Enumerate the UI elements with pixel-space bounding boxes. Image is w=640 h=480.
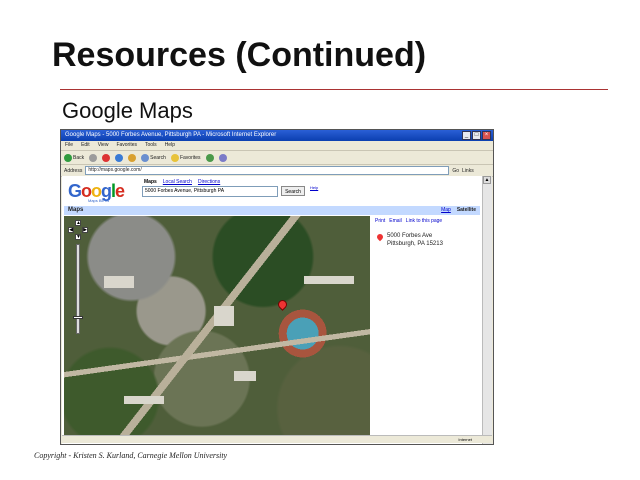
tab-local-search[interactable]: Local Search — [163, 179, 192, 185]
menu-view[interactable]: View — [98, 141, 109, 150]
title-divider — [60, 89, 608, 90]
links-button[interactable]: Links — [462, 168, 474, 174]
refresh-icon[interactable] — [115, 153, 124, 162]
vertical-scrollbar[interactable]: ▲ — [482, 176, 492, 444]
section-title: Maps — [68, 207, 84, 213]
maps-header-bar: Maps Map Satellite — [64, 206, 480, 215]
building — [304, 276, 354, 284]
logo-subtitle: Maps BETA — [88, 198, 110, 203]
slide-title: Resources (Continued) — [52, 36, 427, 74]
browser-window: Google Maps - 5000 Forbes Avenue, Pittsb… — [60, 129, 494, 445]
address-result[interactable]: 5000 Forbes Ave Pittsburgh, PA 15213 — [375, 232, 443, 248]
forward-arrow-icon[interactable] — [89, 153, 98, 162]
menu-favorites[interactable]: Favorites — [116, 141, 137, 150]
back-arrow-icon — [64, 153, 72, 162]
slide-subtitle: Google Maps — [62, 98, 193, 123]
building — [104, 276, 134, 288]
address-label: Address — [64, 167, 83, 174]
link-to-page-link[interactable]: Link to this page — [406, 218, 442, 224]
go-button[interactable]: Go — [452, 168, 459, 174]
favorites-button[interactable]: Favorites — [170, 153, 201, 162]
search-submit-button[interactable]: Search — [281, 186, 305, 196]
media-icon[interactable] — [205, 153, 214, 162]
maximize-button[interactable]: □ — [472, 131, 481, 140]
menu-tools[interactable]: Tools — [145, 141, 157, 150]
menu-bar: File Edit View Favorites Tools Help — [61, 141, 493, 151]
zoom-slider[interactable] — [76, 244, 80, 334]
menu-help[interactable]: Help — [165, 141, 175, 150]
status-zone: Internet — [458, 437, 472, 442]
star-icon — [170, 153, 179, 162]
building — [234, 371, 256, 381]
pan-right-button[interactable]: ▶ — [82, 227, 88, 233]
search-tabs: Maps Local Search Directions — [144, 179, 220, 185]
email-link[interactable]: Email — [389, 218, 402, 224]
menu-edit[interactable]: Edit — [81, 141, 90, 150]
back-button[interactable]: Back — [64, 153, 84, 162]
marker-icon — [375, 232, 385, 242]
home-icon[interactable] — [128, 153, 137, 162]
map-view-link[interactable]: Map — [441, 206, 451, 215]
satellite-map[interactable]: ▲ ◀ ▶ ▼ ©2005 Google · Terms of Use ©200… — [64, 216, 370, 442]
pan-down-button[interactable]: ▼ — [75, 234, 81, 240]
tab-directions[interactable]: Directions — [198, 179, 220, 185]
satellite-view-link[interactable]: Satellite — [457, 206, 476, 215]
info-panel: Print Email Link to this page 5000 Forbe… — [373, 216, 480, 442]
location-marker-icon[interactable] — [276, 298, 289, 311]
pan-left-button[interactable]: ◀ — [68, 227, 74, 233]
zoom-slider-handle[interactable] — [73, 316, 83, 319]
building — [214, 306, 234, 326]
window-title: Google Maps - 5000 Forbes Avenue, Pittsb… — [65, 132, 277, 138]
google-header: Google Maps BETA Maps Local Search Direc… — [66, 178, 478, 204]
mail-icon[interactable] — [218, 153, 227, 162]
search-input[interactable]: 5000 Forbes Avenue, Pittsburgh PA — [142, 186, 278, 197]
stop-icon[interactable] — [102, 153, 111, 162]
building — [124, 396, 164, 404]
search-button[interactable]: Search — [141, 153, 166, 162]
status-bar: Internet — [62, 435, 492, 443]
map-actions: Print Email Link to this page — [373, 216, 480, 226]
close-button[interactable]: × — [482, 131, 491, 140]
address-line-2: Pittsburgh, PA 15213 — [387, 241, 443, 247]
web-page: Google Maps BETA Maps Local Search Direc… — [62, 176, 482, 444]
help-link[interactable]: Help — [310, 185, 318, 190]
window-titlebar: Google Maps - 5000 Forbes Avenue, Pittsb… — [61, 130, 493, 141]
minimize-button[interactable]: _ — [462, 131, 471, 140]
pan-up-button[interactable]: ▲ — [75, 220, 81, 226]
scroll-up-icon[interactable]: ▲ — [483, 176, 491, 184]
search-icon — [141, 153, 150, 162]
menu-file[interactable]: File — [65, 141, 73, 150]
tab-maps[interactable]: Maps — [144, 179, 157, 185]
url-input[interactable]: http://maps.google.com/ — [85, 166, 450, 175]
browser-toolbar: Back Search Favorites — [61, 151, 493, 165]
copyright-footer: Copyright - Kristen S. Kurland, Carnegie… — [34, 451, 228, 460]
address-line-1: 5000 Forbes Ave — [387, 233, 433, 239]
print-link[interactable]: Print — [375, 218, 385, 224]
